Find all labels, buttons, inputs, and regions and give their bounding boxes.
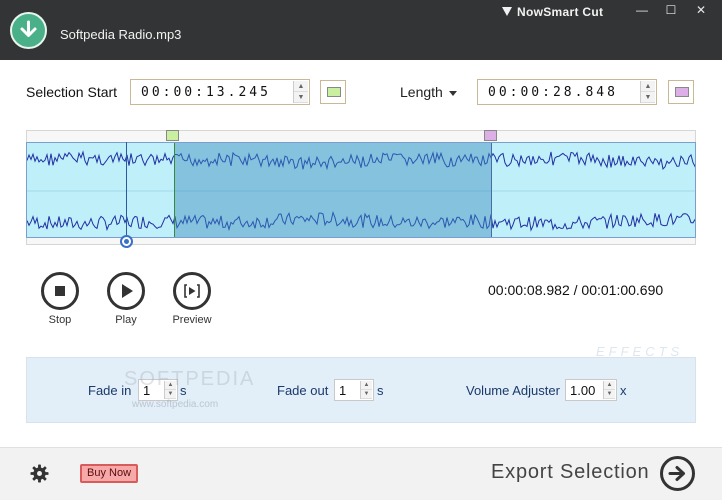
selection-end-marker[interactable] — [484, 130, 497, 141]
selection-start-input[interactable]: 00:00:13.245 ▲ ▼ — [130, 79, 310, 105]
export-selection-button[interactable]: Export Selection — [491, 461, 649, 484]
volume-adjuster-input[interactable]: 1.00 ▲ ▼ — [565, 379, 617, 401]
length-dropdown[interactable]: Length — [400, 84, 457, 100]
volume-adjuster-spinner[interactable]: ▲ ▼ — [603, 381, 615, 399]
stop-icon — [55, 286, 65, 296]
arrow-right-icon — [668, 466, 685, 481]
volume-adjuster-value: 1.00 — [570, 383, 596, 398]
length-color-swatch — [675, 87, 689, 97]
length-label: Length — [400, 84, 443, 100]
fade-out-label: Fade out — [277, 383, 329, 398]
app-title: NowSmart Cut — [517, 5, 604, 19]
fade-out-value: 1 — [339, 383, 347, 398]
total-time: 00:01:00.690 — [581, 282, 664, 298]
app-logo-icon — [502, 7, 512, 16]
maximize-button[interactable]: ☐ — [659, 2, 683, 18]
selection-region[interactable] — [173, 143, 492, 237]
selection-start-spinner[interactable]: ▲ ▼ — [293, 81, 308, 103]
selection-start-label: Selection Start — [26, 84, 118, 100]
stop-label: Stop — [48, 314, 72, 326]
chevron-down-icon — [448, 90, 457, 96]
stop-button[interactable] — [41, 272, 79, 310]
volume-adjuster-unit: x — [620, 383, 627, 398]
fade-out-unit: s — [377, 383, 384, 398]
play-label: Play — [115, 314, 137, 326]
playhead-handle[interactable] — [119, 235, 133, 248]
buy-now-button[interactable]: Buy Now — [80, 464, 139, 483]
selection-start-color-swatch — [327, 87, 341, 97]
title-bar: Softpedia Radio.mp3 NowSmart Cut — ☐ ✕ — [0, 0, 722, 60]
selection-start-color-button[interactable] — [320, 80, 346, 104]
export-button[interactable] — [660, 456, 695, 491]
file-name: Softpedia Radio.mp3 — [60, 27, 182, 42]
download-arrow-icon — [10, 12, 47, 49]
fade-out-spinner[interactable]: ▲ ▼ — [360, 381, 372, 399]
length-value: 00:00:28.848 — [488, 85, 618, 100]
play-icon — [122, 284, 133, 298]
preview-icon — [184, 284, 200, 298]
selection-start-value: 00:00:13.245 — [141, 85, 271, 100]
length-spinner[interactable]: ▲ ▼ — [640, 81, 655, 103]
preview-button[interactable] — [173, 272, 211, 310]
softpedia-watermark-url: www.softpedia.com — [132, 399, 219, 410]
time-separator: / — [573, 282, 578, 298]
minimize-button[interactable]: — — [630, 2, 654, 18]
length-input[interactable]: 00:00:28.848 ▲ ▼ — [477, 79, 657, 105]
play-button[interactable] — [107, 272, 145, 310]
selection-start-marker[interactable] — [166, 130, 179, 141]
preview-label: Preview — [172, 314, 212, 326]
fade-out-input[interactable]: 1 ▲ ▼ — [334, 379, 374, 401]
playhead-line — [125, 142, 127, 238]
volume-adjuster-label: Volume Adjuster — [466, 383, 560, 398]
close-button[interactable]: ✕ — [689, 2, 713, 18]
current-time: 00:00:08.982 — [488, 282, 570, 298]
time-readout: 00:00:08.982 / 00:01:00.690 — [488, 282, 663, 298]
softpedia-watermark: SOFTPEDIA — [124, 368, 256, 390]
gear-icon[interactable] — [30, 464, 49, 483]
length-color-button[interactable] — [668, 80, 694, 104]
